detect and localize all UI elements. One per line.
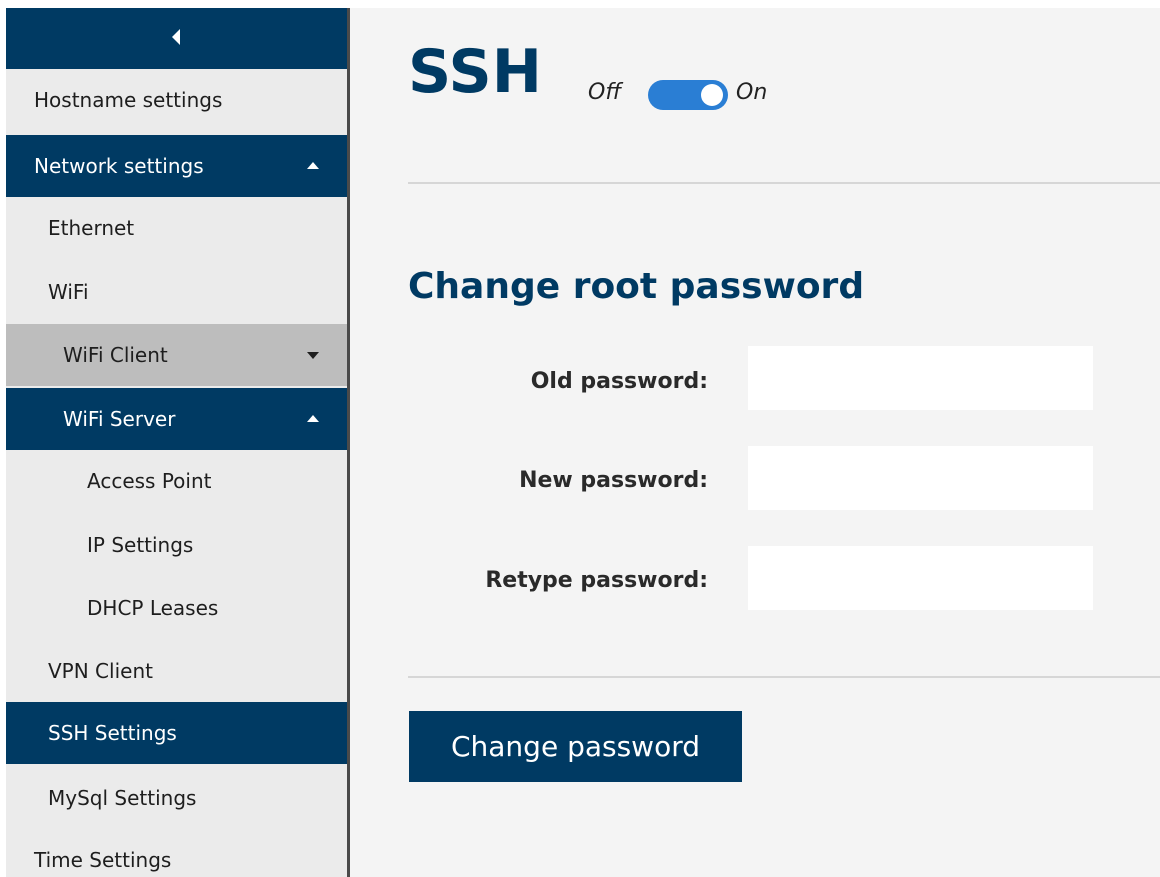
retype-password-label: Retype password:: [485, 568, 708, 593]
change-password-button[interactable]: Change password: [409, 711, 742, 782]
main-content: SSH Off On Change root password Old pass…: [350, 8, 1160, 877]
sidebar-item-wifi-server[interactable]: WiFi Server: [6, 388, 347, 450]
new-password-field[interactable]: [748, 446, 1093, 510]
sidebar: Hostname settings Network settings Ether…: [6, 8, 347, 877]
toggle-knob: [701, 84, 723, 106]
sidebar-item-label: WiFi Client: [63, 343, 168, 367]
sidebar-item-vpn-client[interactable]: VPN Client: [6, 640, 347, 702]
caret-up-icon: [307, 415, 319, 422]
sidebar-item-label: Access Point: [87, 469, 212, 493]
ssh-toggle-switch[interactable]: [648, 80, 728, 110]
sidebar-item-label: VPN Client: [48, 659, 153, 683]
sidebar-item-label: DHCP Leases: [87, 596, 219, 620]
sidebar-item-ssh-settings[interactable]: SSH Settings: [6, 702, 347, 764]
toggle-on-label: On: [736, 80, 768, 105]
sidebar-item-label: WiFi Server: [63, 407, 176, 431]
old-password-field[interactable]: [748, 346, 1093, 410]
sidebar-item-ethernet[interactable]: Ethernet: [6, 197, 347, 259]
chevron-left-icon: [172, 29, 180, 45]
sidebar-item-time-settings[interactable]: Time Settings: [6, 829, 347, 877]
sidebar-item-label: IP Settings: [87, 533, 194, 557]
sidebar-item-network-settings[interactable]: Network settings: [6, 135, 347, 197]
divider: [408, 676, 1160, 678]
sidebar-item-ip-settings[interactable]: IP Settings: [6, 514, 347, 576]
sidebar-item-mysql-settings[interactable]: MySql Settings: [6, 767, 347, 829]
toggle-off-label: Off: [588, 80, 622, 105]
sidebar-item-label: Time Settings: [34, 848, 172, 872]
sidebar-item-wifi[interactable]: WiFi: [6, 261, 347, 323]
sidebar-item-label: SSH Settings: [48, 721, 177, 745]
sidebar-item-dhcp-leases[interactable]: DHCP Leases: [6, 577, 347, 639]
caret-down-icon: [307, 352, 319, 359]
divider: [408, 182, 1160, 184]
new-password-label: New password:: [519, 468, 708, 493]
sidebar-item-hostname-settings[interactable]: Hostname settings: [6, 69, 347, 131]
sidebar-item-label: Network settings: [34, 154, 204, 178]
sidebar-item-label: Ethernet: [48, 216, 135, 240]
sidebar-item-label: MySql Settings: [48, 786, 197, 810]
sidebar-item-wifi-client[interactable]: WiFi Client: [6, 324, 347, 386]
caret-up-icon: [307, 162, 319, 169]
retype-password-field[interactable]: [748, 546, 1093, 610]
sidebar-collapse-button[interactable]: [6, 8, 347, 69]
sidebar-item-label: WiFi: [48, 280, 89, 304]
page-title: SSH: [408, 37, 542, 107]
app-frame: Hostname settings Network settings Ether…: [0, 0, 1160, 877]
sidebar-item-access-point[interactable]: Access Point: [6, 450, 347, 512]
old-password-label: Old password:: [530, 369, 708, 394]
section-title: Change root password: [408, 266, 865, 307]
sidebar-item-label: Hostname settings: [34, 88, 223, 112]
